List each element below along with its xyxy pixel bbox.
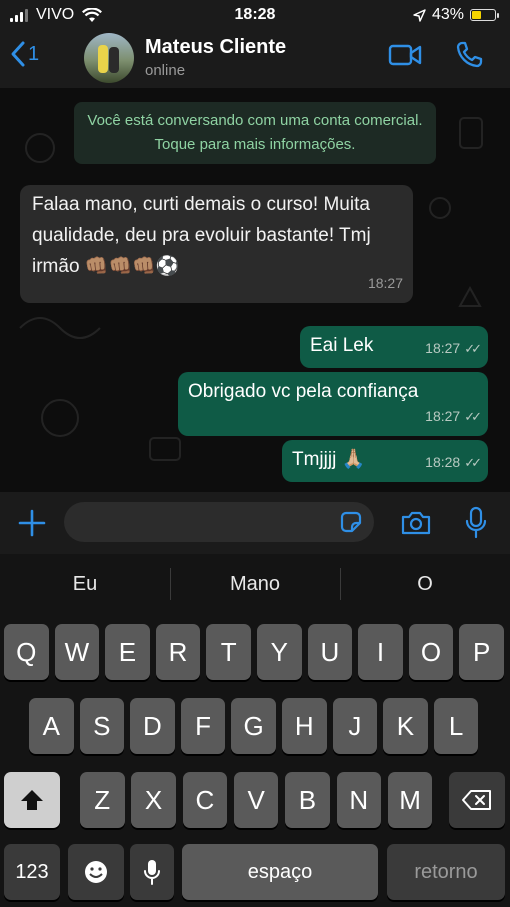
status-right: 43% xyxy=(413,6,499,24)
status-bar: VIVO 18:28 43% xyxy=(0,0,510,30)
backspace-key[interactable] xyxy=(449,772,505,828)
battery-percent: 43% xyxy=(431,6,464,23)
read-check-icon: ✓✓ xyxy=(464,409,482,424)
key-q[interactable]: Q xyxy=(4,624,49,680)
battery-icon xyxy=(470,9,499,21)
message-text: Eai Lek xyxy=(310,335,374,356)
key-r[interactable]: R xyxy=(155,624,201,680)
return-key[interactable]: retorno xyxy=(387,844,505,900)
key-i[interactable]: I xyxy=(358,624,403,680)
key-k[interactable]: K xyxy=(383,698,428,754)
suggestion-item[interactable]: O xyxy=(340,554,510,614)
shift-arrow-icon xyxy=(21,790,43,810)
key-z[interactable]: Z xyxy=(80,772,125,828)
message-time: 18:27 xyxy=(425,340,461,356)
outgoing-message[interactable]: Eai Lek 18:27 ✓✓ xyxy=(300,326,488,368)
emoji-icon xyxy=(85,861,107,883)
contact-status: online xyxy=(145,62,186,79)
message-time: 18:27 xyxy=(425,408,461,424)
backspace-icon xyxy=(462,790,491,810)
chat-area[interactable]: Você está conversando com uma conta come… xyxy=(0,88,510,492)
contact-name[interactable]: Mateus Cliente xyxy=(145,36,286,59)
business-account-notice[interactable]: Você está conversando com uma conta come… xyxy=(74,102,436,164)
incoming-message[interactable]: Falaa mano, curti demais o curso! Muita … xyxy=(20,185,413,303)
key-y[interactable]: Y xyxy=(257,624,302,680)
read-check-icon: ✓✓ xyxy=(464,341,482,356)
message-composer xyxy=(0,492,510,554)
message-meta: 18:27 xyxy=(368,268,403,299)
key-m[interactable]: M xyxy=(387,772,433,828)
key-h[interactable]: H xyxy=(282,698,327,754)
message-text: Falaa mano, curti demais o curso! Muita … xyxy=(32,194,371,277)
key-w[interactable]: W xyxy=(54,624,100,680)
message-meta: 18:27 ✓✓ xyxy=(425,401,482,432)
key-t[interactable]: T xyxy=(206,624,251,680)
microphone-icon[interactable] xyxy=(464,506,488,540)
message-time: 18:28 xyxy=(425,454,461,470)
key-g[interactable]: G xyxy=(231,698,276,754)
battery-fill xyxy=(472,11,482,19)
space-key[interactable]: espaço xyxy=(182,844,378,900)
location-arrow-icon xyxy=(413,8,426,22)
key-a[interactable]: A xyxy=(29,698,74,754)
key-n[interactable]: N xyxy=(336,772,381,828)
emoji-key[interactable] xyxy=(68,844,124,900)
read-check-icon: ✓✓ xyxy=(464,455,482,470)
key-x[interactable]: X xyxy=(131,772,176,828)
suggestion-item[interactable]: Eu xyxy=(0,554,170,614)
numbers-key[interactable]: 123 xyxy=(4,844,60,900)
shift-key[interactable] xyxy=(4,772,60,828)
key-d[interactable]: D xyxy=(130,698,175,754)
key-b[interactable]: B xyxy=(285,772,330,828)
microphone-icon xyxy=(144,860,160,885)
video-call-icon[interactable] xyxy=(388,42,422,68)
phone-call-icon[interactable] xyxy=(454,40,484,70)
key-e[interactable]: E xyxy=(105,624,150,680)
sticker-icon[interactable] xyxy=(338,509,364,535)
chat-header: 1 Mateus Cliente online xyxy=(0,30,510,88)
key-c[interactable]: C xyxy=(182,772,228,828)
message-input[interactable] xyxy=(64,502,374,542)
outgoing-message[interactable]: Obrigado vc pela confiança 18:27 ✓✓ xyxy=(178,372,488,436)
chevron-left-icon xyxy=(11,41,25,67)
camera-icon[interactable] xyxy=(400,509,432,537)
back-button[interactable]: 1 xyxy=(10,40,39,68)
suggestion-item[interactable]: Mano xyxy=(170,554,340,614)
key-s[interactable]: S xyxy=(79,698,125,754)
key-f[interactable]: F xyxy=(180,698,226,754)
key-u[interactable]: U xyxy=(307,624,353,680)
message-text: Obrigado vc pela confiança xyxy=(188,381,419,402)
message-text: Tmjjjj 🙏🏼 xyxy=(292,449,366,470)
key-v[interactable]: V xyxy=(233,772,279,828)
message-time: 18:27 xyxy=(367,275,403,291)
message-meta: 18:28 ✓✓ xyxy=(425,447,482,478)
suggestion-bar: Eu Mano O xyxy=(0,554,510,614)
key-l[interactable]: L xyxy=(433,698,479,754)
message-meta: 18:27 ✓✓ xyxy=(425,333,482,364)
key-p[interactable]: P xyxy=(459,624,504,680)
outgoing-message[interactable]: Tmjjjj 🙏🏼 18:28 ✓✓ xyxy=(282,440,488,482)
key-o[interactable]: O xyxy=(408,624,454,680)
dictation-key[interactable] xyxy=(130,844,174,900)
plus-icon[interactable] xyxy=(17,508,47,538)
unread-count: 1 xyxy=(28,42,40,65)
avatar[interactable] xyxy=(84,33,134,83)
keyboard: Eu Mano O QWERTYUIOP ASDFGHJKL ZXCVBNM 123… xyxy=(0,554,510,907)
key-j[interactable]: J xyxy=(332,698,378,754)
